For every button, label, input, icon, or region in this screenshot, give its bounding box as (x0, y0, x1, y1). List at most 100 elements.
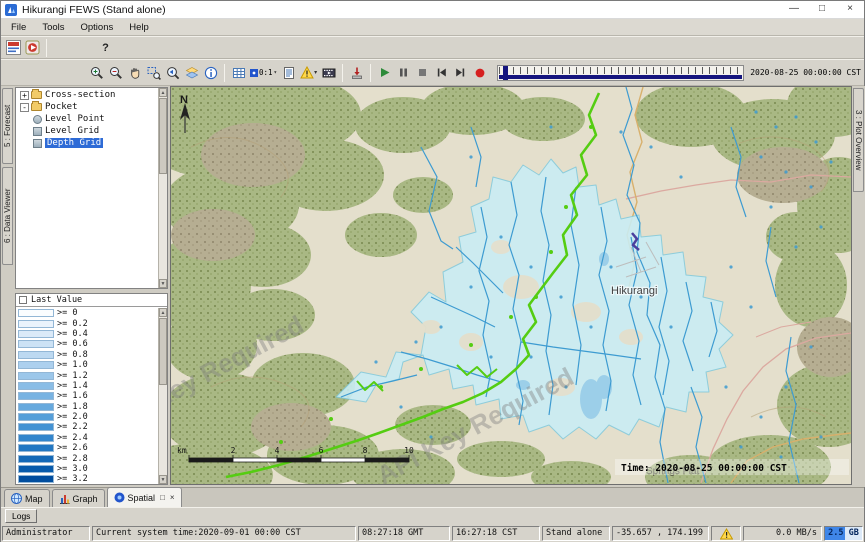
expand-toggle-icon[interactable]: + (20, 91, 29, 100)
grid-layer-icon (33, 139, 42, 148)
scale-select-dropdown[interactable]: 0:1▾ (249, 63, 278, 82)
menu-help[interactable]: Help (121, 21, 157, 34)
tree-item-cross-section[interactable]: + Cross-section (17, 89, 157, 101)
step-first-button[interactable] (433, 63, 450, 82)
tree-item-depth-grid[interactable]: Depth Grid (17, 137, 157, 149)
zoom-previous-button[interactable] (164, 63, 181, 82)
scrollbar-thumb[interactable] (159, 318, 167, 385)
tree-scrollbar[interactable]: ▲▼ (158, 88, 167, 288)
step-last-button[interactable] (452, 63, 469, 82)
legend-label: >= 3.0 (57, 464, 88, 474)
memory-usage-label: 2.5 GB (825, 527, 862, 540)
pause-button[interactable] (395, 63, 412, 82)
stop-icon (416, 66, 429, 79)
layers-button[interactable] (183, 63, 200, 82)
info-icon (204, 66, 218, 80)
thresholds-dropdown[interactable]: ▾ (299, 63, 318, 82)
menu-file[interactable]: File (3, 21, 34, 34)
legend-swatch (18, 444, 54, 452)
tree-item-label: Level Grid (45, 126, 99, 136)
maximize-icon[interactable]: □ (808, 1, 836, 18)
scrollbar-thumb[interactable] (159, 98, 167, 174)
collapse-toggle-icon[interactable]: - (20, 103, 29, 112)
play-button[interactable] (376, 63, 393, 82)
profile-button[interactable] (280, 63, 297, 82)
explorer-panel-button[interactable] (5, 38, 22, 57)
animation-button[interactable] (320, 63, 337, 82)
status-mode: Stand alone (542, 526, 610, 541)
status-system-time: Current system time:2020-09-01 00:00 CST (92, 526, 356, 541)
toolbar-separator (46, 39, 47, 57)
grid-display-button[interactable] (230, 63, 247, 82)
tab-graph[interactable]: Graph (52, 489, 105, 507)
legend-swatch (18, 413, 54, 421)
info-button[interactable] (202, 63, 219, 82)
status-local-time: 16:27:18 CST (452, 526, 540, 541)
logs-button[interactable]: Logs (5, 509, 37, 523)
svg-text:8: 8 (363, 446, 368, 455)
status-warning-cell[interactable] (711, 526, 741, 541)
tab-detach-icon[interactable]: □ (160, 493, 165, 502)
svg-text:N: N (180, 94, 188, 106)
stop-button[interactable] (414, 63, 431, 82)
status-bar: Administrator Current system time:2020-0… (1, 524, 864, 542)
legend-row: >= 1.4 (16, 381, 158, 391)
tree-item-label-selected: Depth Grid (45, 138, 103, 148)
record-button[interactable] (471, 63, 488, 82)
zoom-selection-button[interactable] (145, 63, 162, 82)
legend-label: >= 1.4 (57, 381, 88, 391)
zoom-in-button[interactable] (88, 63, 105, 82)
help-button[interactable]: ? (97, 38, 114, 57)
tab-forecast[interactable]: 5 : Forecast (2, 88, 13, 164)
last-value-checkbox[interactable] (19, 296, 27, 304)
close-icon[interactable]: × (836, 1, 864, 18)
tree-item-pocket[interactable]: - Pocket (17, 101, 157, 113)
status-memory-gauge: 2.5 GB (824, 526, 863, 541)
scroll-down-icon[interactable]: ▼ (159, 279, 167, 288)
scroll-up-icon[interactable]: ▲ (159, 88, 167, 97)
layers-icon (185, 66, 199, 80)
scroll-down-icon[interactable]: ▼ (159, 475, 167, 484)
zoom-out-button[interactable] (107, 63, 124, 82)
play-icon (378, 66, 391, 79)
time-slider-thumb[interactable] (503, 66, 508, 80)
step-first-icon (435, 66, 448, 79)
tree-item-level-point[interactable]: Level Point (17, 113, 157, 125)
tab-map[interactable]: Map (4, 489, 50, 507)
time-slider-ticks (499, 67, 742, 74)
scroll-up-icon[interactable]: ▲ (159, 308, 167, 317)
right-tab-strip: 3 : Plot Overview (852, 86, 865, 487)
grid-icon (232, 66, 246, 80)
minimize-icon[interactable]: — (780, 1, 808, 18)
legend-row: >= 3.0 (16, 464, 158, 474)
legend-label: >= 0.2 (57, 319, 88, 329)
menu-tools[interactable]: Tools (34, 21, 72, 34)
film-icon (322, 66, 336, 80)
legend-swatch (18, 392, 54, 400)
filter-tree-panel: + Cross-section - Pocket Level Point (15, 87, 168, 289)
import-button[interactable] (348, 63, 365, 82)
app-logo-icon (5, 4, 17, 16)
legend-label: >= 0.6 (57, 339, 88, 349)
scale-icon (250, 69, 258, 77)
legend-swatch (18, 455, 54, 463)
tab-map-label: Map (25, 494, 43, 504)
tab-data-viewer[interactable]: 6 : Data Viewer (2, 167, 13, 265)
time-slider[interactable] (497, 65, 744, 81)
legend-scrollbar[interactable]: ▲▼ (158, 308, 167, 484)
chevron-down-icon: ▾ (314, 69, 317, 76)
map-canvas[interactable]: API Key Required API Key Required Hikura… (171, 87, 851, 484)
legend-swatch (18, 382, 54, 390)
step-last-icon (454, 66, 467, 79)
menu-options[interactable]: Options (73, 21, 122, 34)
legend-label: >= 1.0 (57, 360, 88, 370)
pan-button[interactable] (126, 63, 143, 82)
tab-spatial[interactable]: Spatial □ × (107, 487, 182, 507)
data-viewer-panel: + Cross-section - Pocket Level Point (14, 86, 170, 487)
legend-swatch (18, 361, 54, 369)
tab-close-icon[interactable]: × (170, 493, 175, 502)
legend-list: >= 0 >= 0.2 >= 0.4 >= 0.6 >= 0.8 >= 1.0 … (16, 308, 158, 484)
tree-item-level-grid[interactable]: Level Grid (17, 125, 157, 137)
tab-plot-overview[interactable]: 3 : Plot Overview (853, 88, 864, 192)
forecast-dialog-button[interactable] (24, 38, 41, 57)
